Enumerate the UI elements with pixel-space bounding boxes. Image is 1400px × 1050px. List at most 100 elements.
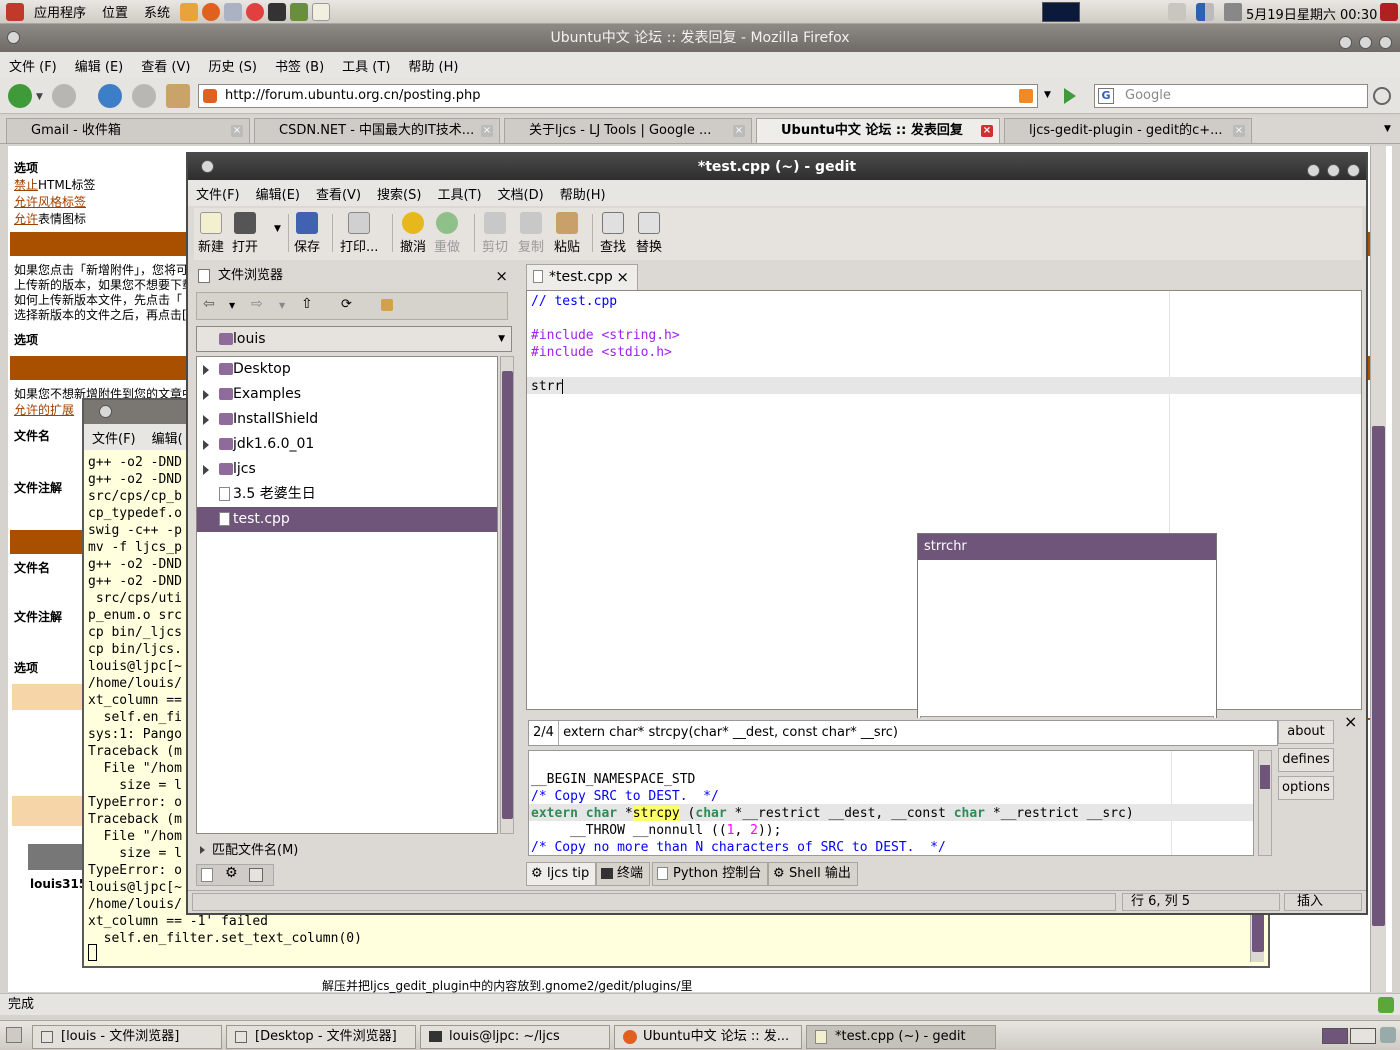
back-arrow-icon[interactable] xyxy=(8,84,32,108)
package-icon[interactable] xyxy=(290,2,309,21)
tab-close-icon[interactable]: × xyxy=(981,125,993,137)
file-item[interactable]: InstallShield xyxy=(197,407,497,432)
menu-file[interactable]: 文件 (F) xyxy=(0,56,66,75)
tab-ljcs-google[interactable]: 关于ljcs - LJ Tools | Google ... × xyxy=(504,118,752,143)
tip-scrollbar[interactable] xyxy=(1258,750,1272,856)
taskbar-item[interactable]: [Desktop - 文件浏览器] xyxy=(226,1025,416,1049)
system-monitor-graph[interactable] xyxy=(1042,2,1080,22)
forward-dropdown-icon[interactable]: ▼ xyxy=(279,301,285,310)
gedit-title-bar[interactable]: *test.cpp (~) - gedit xyxy=(188,154,1366,180)
go-icon[interactable] xyxy=(1064,88,1076,104)
open-button[interactable]: 打开 xyxy=(232,212,258,255)
volume-icon[interactable] xyxy=(1224,3,1242,21)
status-update-icon[interactable] xyxy=(1378,997,1394,1013)
gedit-menu-file[interactable]: 文件(F) xyxy=(188,184,248,203)
menu-tools[interactable]: 工具 (T) xyxy=(333,56,399,75)
undo-button[interactable]: 撤消 xyxy=(400,212,426,255)
people-icon[interactable] xyxy=(180,2,199,21)
menu-view[interactable]: 查看 (V) xyxy=(132,56,199,75)
applications-menu[interactable]: 应用程序 xyxy=(26,2,94,21)
taskbar-item[interactable]: Ubuntu中文 论坛 :: 发... xyxy=(614,1025,802,1049)
expander-arrow-icon[interactable] xyxy=(203,440,209,450)
save-button[interactable]: 保存 xyxy=(294,212,320,255)
workspace-1[interactable] xyxy=(1322,1028,1348,1044)
menu-edit[interactable]: 编辑 (E) xyxy=(66,56,133,75)
minimize-button[interactable] xyxy=(1307,164,1320,177)
tab-terminal[interactable]: 终端 xyxy=(596,862,651,886)
drive-icon[interactable] xyxy=(1168,3,1186,21)
back-arrow-icon[interactable]: ⇦ xyxy=(203,296,215,312)
expander-arrow-icon[interactable] xyxy=(203,465,209,475)
tab-shell-output[interactable]: ⚙ Shell 输出 xyxy=(768,862,858,886)
menu-bookmarks[interactable]: 书签 (B) xyxy=(266,56,333,75)
terminal-scrollbar-thumb[interactable] xyxy=(1252,912,1264,952)
cut-button[interactable]: 剪切 xyxy=(482,212,508,255)
maximize-button[interactable] xyxy=(1359,36,1372,49)
location-combo[interactable]: louis ▼ xyxy=(196,326,512,352)
close-button[interactable] xyxy=(1379,36,1392,49)
post-author[interactable]: louis315 xyxy=(30,876,87,893)
show-desktop-icon[interactable] xyxy=(6,1027,22,1043)
tab-ljcs-tip[interactable]: ⚙ ljcs tip xyxy=(526,862,597,886)
about-button[interactable]: about xyxy=(1278,720,1334,744)
refresh-icon[interactable]: ⟳ xyxy=(341,297,352,312)
taskbar-item[interactable]: *test.cpp (~) - gedit xyxy=(806,1025,996,1049)
gedit-window[interactable]: *test.cpp (~) - gedit 文件(F) 编辑(E) 查看(V) … xyxy=(186,152,1368,915)
snippets-tab-icon[interactable]: ⚙ xyxy=(225,865,238,881)
gedit-menu-search[interactable]: 搜索(S) xyxy=(369,184,429,203)
power-icon[interactable] xyxy=(1380,3,1398,21)
window-menu-button[interactable] xyxy=(201,160,214,173)
tip-code-view[interactable]: __BEGIN_NAMESPACE_STD /* Copy SRC to DES… xyxy=(528,750,1254,856)
home-icon[interactable] xyxy=(166,84,190,108)
tab-close-icon[interactable]: × xyxy=(733,125,745,137)
tip-counter[interactable]: 2/4 xyxy=(529,721,559,745)
file-list-scrollbar[interactable] xyxy=(500,356,514,834)
file-item[interactable]: Desktop xyxy=(197,357,497,382)
close-panel-icon[interactable]: × xyxy=(495,264,508,288)
file-list[interactable]: Desktop Examples InstallShield jdk1.6.0_01 l… xyxy=(196,356,498,834)
search-magnifier-icon[interactable] xyxy=(1373,87,1391,105)
filter-expander[interactable]: 匹配文件名(M) xyxy=(196,840,298,862)
tab-close-icon[interactable]: × xyxy=(481,125,493,137)
tab-csdn[interactable]: CSDN.NET - 中国最大的IT技术... × xyxy=(254,118,500,143)
paste-button[interactable]: 粘贴 xyxy=(554,212,580,255)
completion-item-selected[interactable]: strrchr xyxy=(918,534,1216,560)
close-tab-icon[interactable]: × xyxy=(616,265,629,289)
defines-button[interactable]: defines xyxy=(1278,748,1334,772)
rss-icon[interactable] xyxy=(1019,89,1033,103)
document-tab[interactable]: *test.cpp × xyxy=(526,264,638,290)
workspace-2[interactable] xyxy=(1350,1028,1376,1044)
minimize-button[interactable] xyxy=(1339,36,1352,49)
clock[interactable]: 5月19日星期六 00:30 xyxy=(1246,4,1377,23)
expander-arrow-icon[interactable] xyxy=(203,415,209,425)
documents-tab-icon[interactable] xyxy=(201,868,213,882)
gedit-menu-help[interactable]: 帮助(H) xyxy=(552,184,614,203)
code-editor[interactable]: // test.cpp #include <string.h> #include… xyxy=(526,290,1362,733)
options-button[interactable]: options xyxy=(1278,776,1334,800)
search-input[interactable]: G Google xyxy=(1094,84,1391,108)
close-button[interactable] xyxy=(1347,164,1360,177)
text-editor-icon[interactable] xyxy=(312,2,331,21)
back-dropdown-icon[interactable]: ▼ xyxy=(229,301,235,310)
new-button[interactable]: 新建 xyxy=(198,212,224,255)
terminal-icon[interactable] xyxy=(268,2,287,21)
google-engine-icon[interactable]: G xyxy=(1098,88,1114,104)
file-item[interactable]: jdk1.6.0_01 xyxy=(197,432,497,457)
expander-arrow-icon[interactable] xyxy=(203,365,209,375)
taskbar-item[interactable]: [louis - 文件浏览器] xyxy=(32,1025,222,1049)
expander-arrow-icon[interactable] xyxy=(203,390,209,400)
tip-scrollbar-thumb[interactable] xyxy=(1260,765,1270,789)
up-arrow-icon[interactable]: ⇧ xyxy=(301,296,313,312)
url-dropdown-icon[interactable]: ▼ xyxy=(1044,90,1051,100)
page-scrollbar[interactable] xyxy=(1370,146,1386,992)
redo-button[interactable]: 重做 xyxy=(434,212,460,255)
stop-icon[interactable] xyxy=(132,84,156,108)
places-menu[interactable]: 位置 xyxy=(94,2,136,21)
gedit-menu-documents[interactable]: 文档(D) xyxy=(490,184,552,203)
file-item[interactable]: test.cpp xyxy=(197,507,497,532)
print-button[interactable]: 打印... xyxy=(340,212,378,255)
tab-gmail[interactable]: Gmail - 收件箱 × xyxy=(6,118,250,143)
reload-icon[interactable] xyxy=(98,84,122,108)
close-tip-icon[interactable]: × xyxy=(1344,712,1357,731)
mail-icon[interactable] xyxy=(224,2,243,21)
